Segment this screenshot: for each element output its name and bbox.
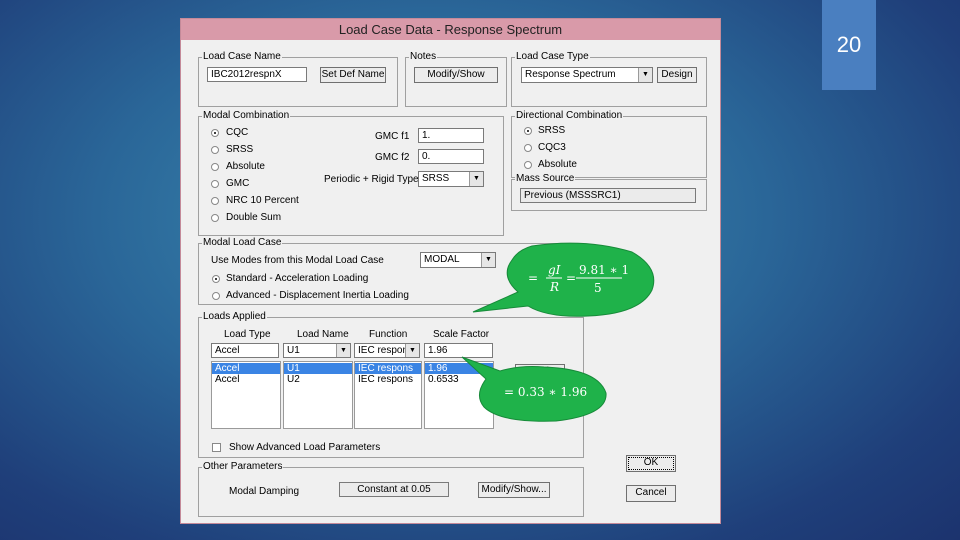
header-load-type: Load Type [224, 329, 271, 340]
formula-callout-1: = gI R = 9.81 ∗ 1 5 [472, 242, 655, 317]
load-case-name-group: Load Case Name IBC2012respnX Set Def Nam… [198, 51, 398, 107]
notes-group: Notes Modify/Show [405, 51, 507, 107]
list-load-type: Accel Accel [211, 361, 281, 429]
radio-nrc10[interactable] [211, 197, 219, 205]
load-case-type-value: Response Spectrum [525, 69, 616, 80]
radio-dir-cqc3[interactable] [524, 144, 532, 152]
other-parameters-label: Other Parameters [202, 461, 284, 473]
callout1-denominator: R [549, 280, 559, 294]
modal-combination-label: Modal Combination [202, 110, 291, 122]
gmc-f2-input[interactable]: 0. [418, 149, 484, 164]
option-absolute-label: Absolute [226, 161, 265, 172]
formula-callout-2: = 0.33 ∗ 1.96 [461, 356, 607, 422]
standard-acceleration-label: Standard - Acceleration Loading [226, 273, 369, 284]
list-load-name: U1 U2 [283, 361, 353, 429]
modal-damping-label: Modal Damping [229, 486, 300, 497]
gmc-f1-label: GMC f1 [375, 131, 410, 142]
radio-dir-absolute[interactable] [524, 161, 532, 169]
cancel-button[interactable]: Cancel [626, 485, 676, 502]
mass-source-field: Previous (MSSSRC1) [520, 188, 696, 203]
callout1-denominator2: 5 [594, 281, 602, 295]
modal-damping-modify-button[interactable]: Modify/Show... [478, 482, 550, 498]
load-case-name-input[interactable]: IBC2012respnX [207, 67, 307, 82]
use-modes-label: Use Modes from this Modal Load Case [211, 255, 384, 266]
radio-standard-acceleration[interactable] [212, 275, 220, 283]
advanced-displacement-label: Advanced - Displacement Inertia Loading [226, 290, 409, 301]
chevron-down-icon[interactable]: ▼ [638, 68, 652, 82]
list-item[interactable]: Accel [212, 363, 280, 374]
modal-case-value: MODAL [424, 254, 460, 265]
notes-label: Notes [409, 51, 438, 63]
directional-combination-label: Directional Combination [515, 110, 624, 122]
set-def-name-button[interactable]: Set Def Name [320, 67, 386, 83]
list-item[interactable]: U1 [284, 363, 352, 374]
chevron-down-icon[interactable]: ▼ [405, 344, 419, 357]
header-load-name: Load Name [297, 329, 349, 340]
periodic-rigid-value: SRSS [422, 173, 450, 184]
chevron-down-icon[interactable]: ▼ [336, 344, 350, 357]
edit-load-name-select[interactable]: U1 ▼ [283, 343, 351, 358]
chevron-down-icon[interactable]: ▼ [469, 172, 483, 186]
option-gmc-label: GMC [226, 178, 250, 189]
notes-modify-button[interactable]: Modify/Show [414, 67, 498, 83]
modal-combination-group: Modal Combination CQC SRSS Absolute GMC … [198, 110, 504, 236]
periodic-rigid-label: Periodic + Rigid Type [324, 174, 419, 185]
modal-damping-field: Constant at 0.05 [339, 482, 449, 497]
other-parameters-group: Other Parameters Modal Damping Constant … [198, 461, 584, 517]
list-item[interactable]: IEC respons [355, 363, 421, 374]
callout1-numerator: gI [548, 263, 561, 277]
mass-source-group: Mass Source Previous (MSSSRC1) [511, 173, 707, 211]
option-double-sum-label: Double Sum [226, 212, 282, 223]
radio-double-sum[interactable] [211, 214, 219, 222]
load-case-type-label: Load Case Type [515, 51, 590, 63]
callout1-numerator2: 9.81 ∗ 1 [579, 263, 629, 277]
list-item[interactable]: U2 [284, 374, 352, 385]
radio-gmc[interactable] [211, 180, 219, 188]
callout1-equals: = [566, 271, 576, 285]
mass-source-label: Mass Source [515, 173, 576, 185]
modal-load-case-label: Modal Load Case [202, 237, 283, 249]
radio-absolute[interactable] [211, 163, 219, 171]
ok-button[interactable]: OK [626, 455, 676, 472]
radio-cqc[interactable] [211, 129, 219, 137]
directional-combination-group: Directional Combination SRSS CQC3 Absolu… [511, 110, 707, 178]
advanced-params-label: Show Advanced Load Parameters [229, 442, 381, 453]
option-nrc10-label: NRC 10 Percent [226, 195, 299, 206]
list-item[interactable]: IEC respons [355, 374, 421, 385]
option-cqc-label: CQC [226, 127, 249, 138]
header-scale-factor: Scale Factor [433, 329, 490, 340]
radio-srss[interactable] [211, 146, 219, 154]
radio-dir-srss[interactable] [524, 127, 532, 135]
load-case-name-label: Load Case Name [202, 51, 282, 63]
dialog-title: Load Case Data - Response Spectrum [181, 19, 720, 40]
slide-number: 20 [822, 0, 876, 90]
gmc-f1-input[interactable]: 1. [418, 128, 484, 143]
gmc-f2-label: GMC f2 [375, 152, 410, 163]
dir-cqc3-label: CQC3 [538, 142, 566, 153]
periodic-rigid-select[interactable]: SRSS ▼ [418, 171, 484, 187]
radio-advanced-displacement[interactable] [212, 292, 220, 300]
list-item[interactable]: Accel [212, 374, 280, 385]
option-srss-label: SRSS [226, 144, 254, 155]
dir-srss-label: SRSS [538, 125, 566, 136]
callout2-text: = 0.33 ∗ 1.96 [504, 385, 587, 399]
edit-function-select[interactable]: IEC respons ▼ [354, 343, 420, 358]
design-button[interactable]: Design [657, 67, 697, 83]
advanced-params-checkbox[interactable] [212, 443, 221, 452]
load-case-type-group: Load Case Type Response Spectrum ▼ Desig… [511, 51, 707, 107]
list-function: IEC respons IEC respons [354, 361, 422, 429]
dir-absolute-label: Absolute [538, 159, 577, 170]
edit-load-name-value: U1 [287, 345, 300, 356]
edit-load-type[interactable]: Accel [211, 343, 279, 358]
callout1-prefix: = [528, 271, 538, 285]
load-case-type-select[interactable]: Response Spectrum ▼ [521, 67, 653, 83]
loads-applied-label: Loads Applied [202, 311, 267, 323]
header-function: Function [369, 329, 408, 340]
